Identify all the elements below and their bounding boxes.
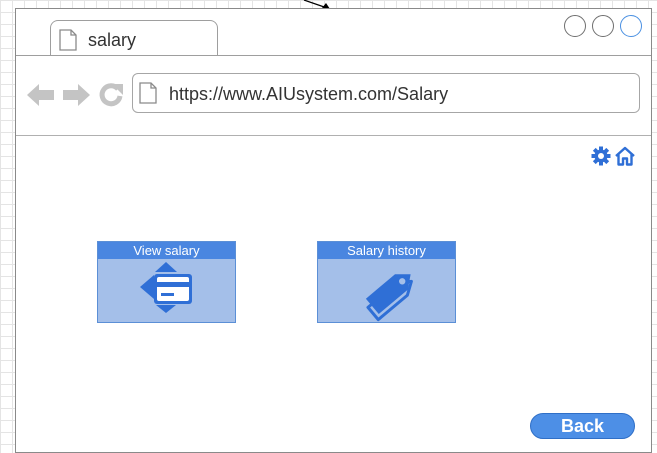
salary-history-label: Salary history [318,242,455,259]
restore-button[interactable] [592,15,614,37]
url-text: https://www.AIUsystem.com/Salary [169,84,449,104]
back-button[interactable]: Back [530,413,635,439]
tab-strip-divider [16,55,651,56]
gear-icon[interactable] [591,146,611,166]
close-button[interactable] [620,15,642,37]
home-icon[interactable] [614,146,636,166]
tags-icon [365,274,413,322]
page-icon [139,82,157,104]
address-bar[interactable]: https://www.AIUsystem.com/Salary [132,73,640,113]
tab-title: salary [88,30,137,50]
back-arrow-icon[interactable] [27,83,55,107]
browser-window: salary https://www.AIUsystem.com/Salary [15,8,652,453]
browser-tab[interactable]: salary [50,20,218,56]
toolbar-divider [16,135,651,136]
view-salary-tile[interactable]: View salary [97,241,236,323]
salary-history-tile[interactable]: Salary history [317,241,456,323]
minimize-button[interactable] [564,15,586,37]
forward-arrow-icon[interactable] [62,83,90,107]
credit-card-icon [140,262,192,313]
view-salary-label: View salary [98,242,235,259]
page-icon [59,29,77,51]
refresh-icon[interactable] [98,82,124,108]
